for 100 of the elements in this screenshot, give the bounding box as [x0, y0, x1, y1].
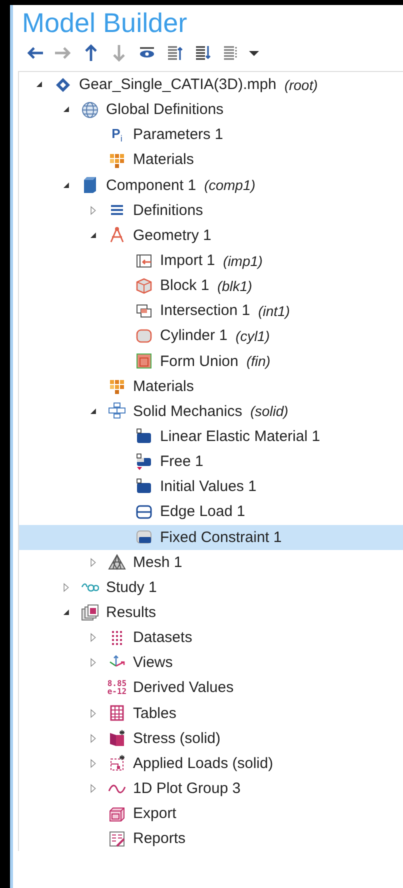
list-down-icon	[194, 44, 212, 62]
item-label: Tables	[133, 704, 176, 722]
results-icon	[81, 604, 99, 622]
item-tag: (fin)	[246, 353, 270, 370]
tree-item[interactable]: Form Union (fin)	[19, 348, 403, 374]
domain-icon	[135, 428, 153, 446]
tree-toggle[interactable]	[88, 632, 98, 644]
cylinder-icon	[135, 326, 153, 345]
tree-item[interactable]: Study 1	[19, 574, 403, 600]
item-label: Materials	[133, 151, 194, 168]
intersection-icon	[135, 302, 153, 320]
item-label: Edge Load 1	[160, 503, 246, 520]
tree-item[interactable]: Views	[19, 650, 403, 676]
tree-toggle[interactable]	[88, 556, 98, 568]
tree-item[interactable]: Edge Load 1	[19, 499, 403, 525]
tree-item[interactable]: Solid Mechanics (solid)	[19, 398, 403, 424]
item-label: Global Definitions	[106, 101, 224, 118]
item-label: Intersection 1	[160, 302, 250, 320]
item-label: Derived Values	[133, 679, 234, 696]
tree-toggle[interactable]	[60, 180, 72, 191]
item-label: Block 1	[160, 277, 210, 294]
item-tag: (root)	[284, 76, 318, 93]
item-label: Definitions	[133, 202, 204, 219]
union-icon	[135, 352, 153, 370]
item-label: Study 1	[106, 578, 157, 596]
export-icon	[108, 804, 126, 823]
tree-item[interactable]: Reports	[19, 826, 403, 852]
cube-icon	[81, 176, 99, 194]
tree-item[interactable]: Intersection 1 (int1)	[19, 298, 403, 324]
item-label: Materials	[133, 378, 194, 395]
tree-toggle[interactable]	[60, 582, 72, 593]
compass-icon	[108, 226, 126, 244]
list-up-icon	[166, 44, 184, 62]
tree-toggle[interactable]	[88, 204, 98, 216]
tree-toggle[interactable]	[88, 230, 98, 241]
report-icon	[108, 830, 126, 848]
item-label: Fixed Constraint 1	[160, 528, 282, 546]
item-label: 1D Plot Group 3	[133, 780, 241, 797]
item-label: Stress (solid)	[133, 730, 221, 747]
domain-icon	[135, 478, 153, 496]
tree-item[interactable]: Applied Loads (solid)	[19, 750, 403, 776]
import-icon	[135, 252, 153, 270]
cube-icon	[135, 276, 153, 295]
tree-item[interactable]: Geometry 1	[19, 222, 403, 248]
item-tag: (comp1)	[204, 177, 256, 194]
tree-item[interactable]: Initial Values 1	[19, 474, 403, 500]
caret-icon	[249, 50, 259, 56]
tree-item[interactable]: Linear Elastic Material 1	[19, 424, 403, 450]
item-label: Mesh 1	[133, 554, 182, 571]
tree-item[interactable]: 1D Plot Group 3	[19, 776, 403, 802]
tree-item[interactable]: Import 1 (imp1)	[19, 248, 403, 274]
item-tag: (cyl1)	[236, 328, 270, 344]
tree-item[interactable]: Materials	[19, 147, 403, 173]
tree-item[interactable]: P$_{i}$ Parameters 1	[19, 122, 403, 148]
item-label: Linear Elastic Material 1	[160, 428, 320, 446]
tree-item[interactable]: Datasets	[19, 625, 403, 650]
tree-item[interactable]: Mesh 1	[19, 550, 403, 575]
panel-title: Model Builder	[21, 7, 188, 40]
item-label: Export	[133, 805, 176, 822]
tree-item[interactable]: Stress (solid)	[19, 726, 403, 751]
item-label: Datasets	[133, 629, 192, 646]
item-tag: (blk1)	[217, 278, 252, 294]
tree-toggle[interactable]	[88, 732, 98, 744]
item-tag: (int1)	[258, 302, 290, 319]
item-label: Cylinder 1	[160, 327, 228, 344]
diamond-icon	[54, 76, 72, 94]
item-label: Component 1	[106, 176, 196, 194]
item-label: Parameters 1	[133, 126, 224, 144]
item-tag: (solid)	[250, 403, 288, 420]
item-label: Import 1	[160, 252, 216, 270]
plot-icon	[108, 729, 126, 748]
item-label: Applied Loads (solid)	[133, 754, 274, 772]
tree-toggle[interactable]	[88, 406, 98, 417]
tree-item[interactable]: Materials	[19, 374, 403, 399]
tree-item[interactable]: Free 1	[19, 449, 403, 474]
solid-mechanics-icon	[108, 402, 126, 420]
domain-icon	[135, 452, 153, 471]
tree-item[interactable]: Results	[19, 600, 403, 626]
tree-item[interactable]: Global Definitions	[19, 97, 403, 122]
number-icon: 8.85 e-12	[107, 680, 127, 696]
tree-item[interactable]: Tables	[19, 700, 403, 726]
tree-item[interactable]: Block 1 (blk1)	[19, 273, 403, 298]
tree-toggle[interactable]	[88, 657, 98, 668]
tree-toggle[interactable]	[88, 758, 98, 769]
tree-toggle[interactable]	[88, 708, 98, 719]
tree-item[interactable]: Fixed Constraint 1	[19, 524, 403, 550]
tree-item[interactable]: Export	[19, 801, 403, 826]
globe-icon	[81, 100, 99, 119]
item-label: Views	[133, 654, 173, 672]
tree-item[interactable]: Definitions	[19, 198, 403, 223]
item-label: Results	[106, 604, 156, 622]
plot-icon	[108, 754, 126, 772]
tree-item[interactable]: Component 1 (comp1)	[19, 172, 403, 198]
parameters-icon: P$_{i}$	[112, 126, 122, 144]
item-label: Solid Mechanics	[133, 402, 242, 420]
item-label: Form Union	[160, 352, 238, 370]
item-label: Gear_Single_CATIA(3D).mph	[79, 76, 276, 94]
tree-item[interactable]: Gear_Single_CATIA(3D).mph (root)	[19, 72, 403, 98]
tree-item[interactable]: Cylinder 1 (cyl1)	[19, 323, 403, 349]
tree-toggle[interactable]	[88, 783, 98, 794]
